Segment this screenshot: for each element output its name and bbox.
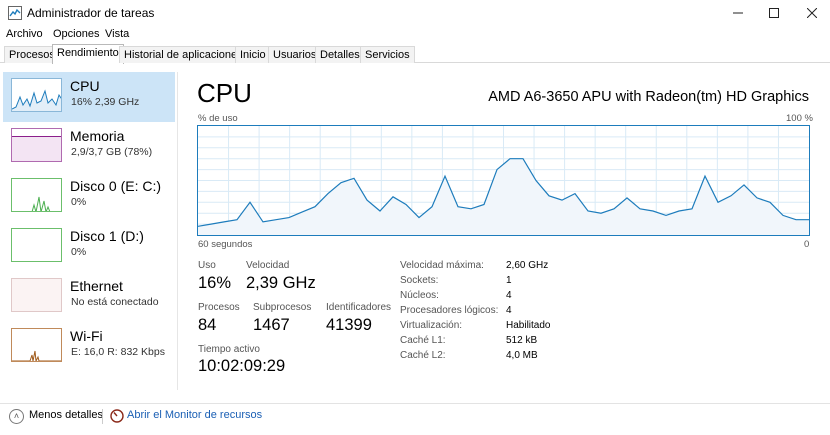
sidebar-item-sub: E: 16,0 R: 832 Kbps	[71, 346, 165, 358]
stat-tiempo-label: Tiempo activo	[198, 344, 260, 355]
title-bar: Administrador de tareas	[0, 0, 830, 26]
menu-opciones[interactable]: Opciones	[53, 28, 99, 40]
stat-uso-value: 16%	[198, 274, 232, 292]
sidebar-item-wifi[interactable]: Wi-Fi E: 16,0 R: 832 Kbps	[3, 322, 175, 372]
maximize-icon	[769, 8, 779, 18]
stat-identificadores-value: 41399	[326, 316, 372, 334]
sidebar-item-disco-0[interactable]: Disco 0 (E: C:) 0%	[3, 172, 175, 222]
info-value: Habilitado	[506, 320, 551, 331]
stat-subprocesos-value: 1467	[253, 316, 290, 334]
stat-procesos-label: Procesos	[198, 302, 240, 313]
stat-procesos-value: 84	[198, 316, 217, 334]
sidebar-item-label: Disco 0 (E: C:)	[70, 178, 162, 194]
ethernet-thumbnail	[11, 278, 62, 312]
menu-archivo[interactable]: Archivo	[6, 28, 43, 40]
chevron-up-circle-icon[interactable]: ˄	[9, 409, 24, 424]
sidebar-item-disco-1[interactable]: Disco 1 (D:) 0%	[3, 222, 175, 272]
maximize-button[interactable]	[756, 0, 792, 26]
wifi-thumbnail	[11, 328, 62, 362]
cpu-thumbnail	[11, 78, 62, 112]
tab-rendimiento[interactable]: Rendimiento	[52, 44, 124, 64]
sidebar-item-label: Disco 1 (D:)	[70, 228, 144, 244]
cpu-model-name: AMD A6-3650 APU with Radeon(tm) HD Graph…	[488, 89, 809, 105]
y-axis-label: % de uso	[198, 113, 238, 124]
close-icon	[807, 8, 817, 18]
resource-sidebar: CPU 16% 2,39 GHz Memoria 2,9/3,7 GB (78%…	[3, 72, 175, 402]
info-label: Caché L1:	[400, 335, 446, 346]
info-label: Virtualización:	[400, 320, 463, 331]
window-title: Administrador de tareas	[27, 6, 155, 20]
cpu-usage-graph	[197, 125, 810, 236]
sidebar-item-sub: 0%	[71, 196, 87, 208]
stat-velocidad-label: Velocidad	[246, 260, 290, 271]
sidebar-item-label: Ethernet	[70, 278, 123, 294]
disk1-thumbnail	[11, 228, 62, 262]
tab-inicio[interactable]: Inicio	[235, 46, 271, 63]
sidebar-item-sub: 2,9/3,7 GB (78%)	[71, 146, 153, 158]
info-value: 4	[506, 290, 512, 301]
menu-vista[interactable]: Vista	[105, 28, 129, 40]
close-button[interactable]	[794, 0, 830, 26]
sidebar-item-ethernet[interactable]: Ethernet No está conectado	[3, 272, 175, 322]
info-label: Núcleos:	[400, 290, 439, 301]
tab-bar: Procesos Rendimiento Historial de aplica…	[0, 44, 830, 64]
stat-uso-label: Uso	[198, 260, 216, 271]
page-title: CPU	[197, 78, 252, 108]
resource-monitor-icon[interactable]	[110, 409, 124, 423]
info-value: 1	[506, 275, 512, 286]
tab-detalles[interactable]: Detalles	[315, 46, 365, 63]
minimize-button[interactable]	[720, 0, 756, 26]
info-label: Procesadores lógicos:	[400, 305, 499, 316]
stat-identificadores-label: Identificadores	[326, 302, 392, 313]
sidebar-item-memoria[interactable]: Memoria 2,9/3,7 GB (78%)	[3, 122, 175, 172]
stat-subprocesos-label: Subprocesos	[253, 302, 312, 313]
stat-velocidad-value: 2,39 GHz	[246, 274, 316, 292]
disk0-thumbnail	[11, 178, 62, 212]
minimize-icon	[733, 12, 743, 14]
open-resource-monitor-link[interactable]: Abrir el Monitor de recursos	[127, 409, 262, 421]
info-label: Sockets:	[400, 275, 439, 286]
info-value: 4,0 MB	[506, 350, 538, 361]
sidebar-item-sub: 16% 2,39 GHz	[71, 96, 140, 108]
memory-fill	[12, 136, 61, 161]
task-manager-icon	[8, 6, 22, 20]
x-axis-left-label: 60 segundos	[198, 239, 253, 250]
x-axis-right-label: 0	[804, 239, 810, 250]
info-value: 512 kB	[506, 335, 538, 346]
sidebar-item-sub: 0%	[71, 246, 87, 258]
tab-usuarios[interactable]: Usuarios	[268, 46, 322, 63]
sidebar-item-sub: No está conectado	[71, 296, 159, 308]
sidebar-item-label: Wi-Fi	[70, 328, 103, 344]
sidebar-divider	[177, 72, 178, 390]
info-label: Caché L2:	[400, 350, 446, 361]
memory-thumbnail	[11, 128, 62, 162]
info-value: 4	[506, 305, 512, 316]
bottom-bar: ˄ Menos detalles Abrir el Monitor de rec…	[0, 403, 830, 435]
tab-historial[interactable]: Historial de aplicaciones	[119, 46, 248, 63]
sidebar-item-label: Memoria	[70, 128, 125, 144]
stat-tiempo-value: 10:02:09:29	[198, 357, 286, 375]
sidebar-item-cpu[interactable]: CPU 16% 2,39 GHz	[3, 72, 175, 122]
menu-bar: Archivo Opciones Vista	[0, 26, 830, 44]
cpu-usage-graph-svg	[198, 126, 809, 235]
info-value: 2,60 GHz	[506, 260, 549, 271]
sidebar-item-label: CPU	[70, 78, 100, 94]
tab-servicios[interactable]: Servicios	[360, 46, 415, 63]
bottom-separator	[102, 409, 103, 424]
info-label: Velocidad máxima:	[400, 260, 484, 271]
fewer-details-link[interactable]: Menos detalles	[29, 409, 103, 421]
y-max-label: 100 %	[786, 113, 813, 124]
